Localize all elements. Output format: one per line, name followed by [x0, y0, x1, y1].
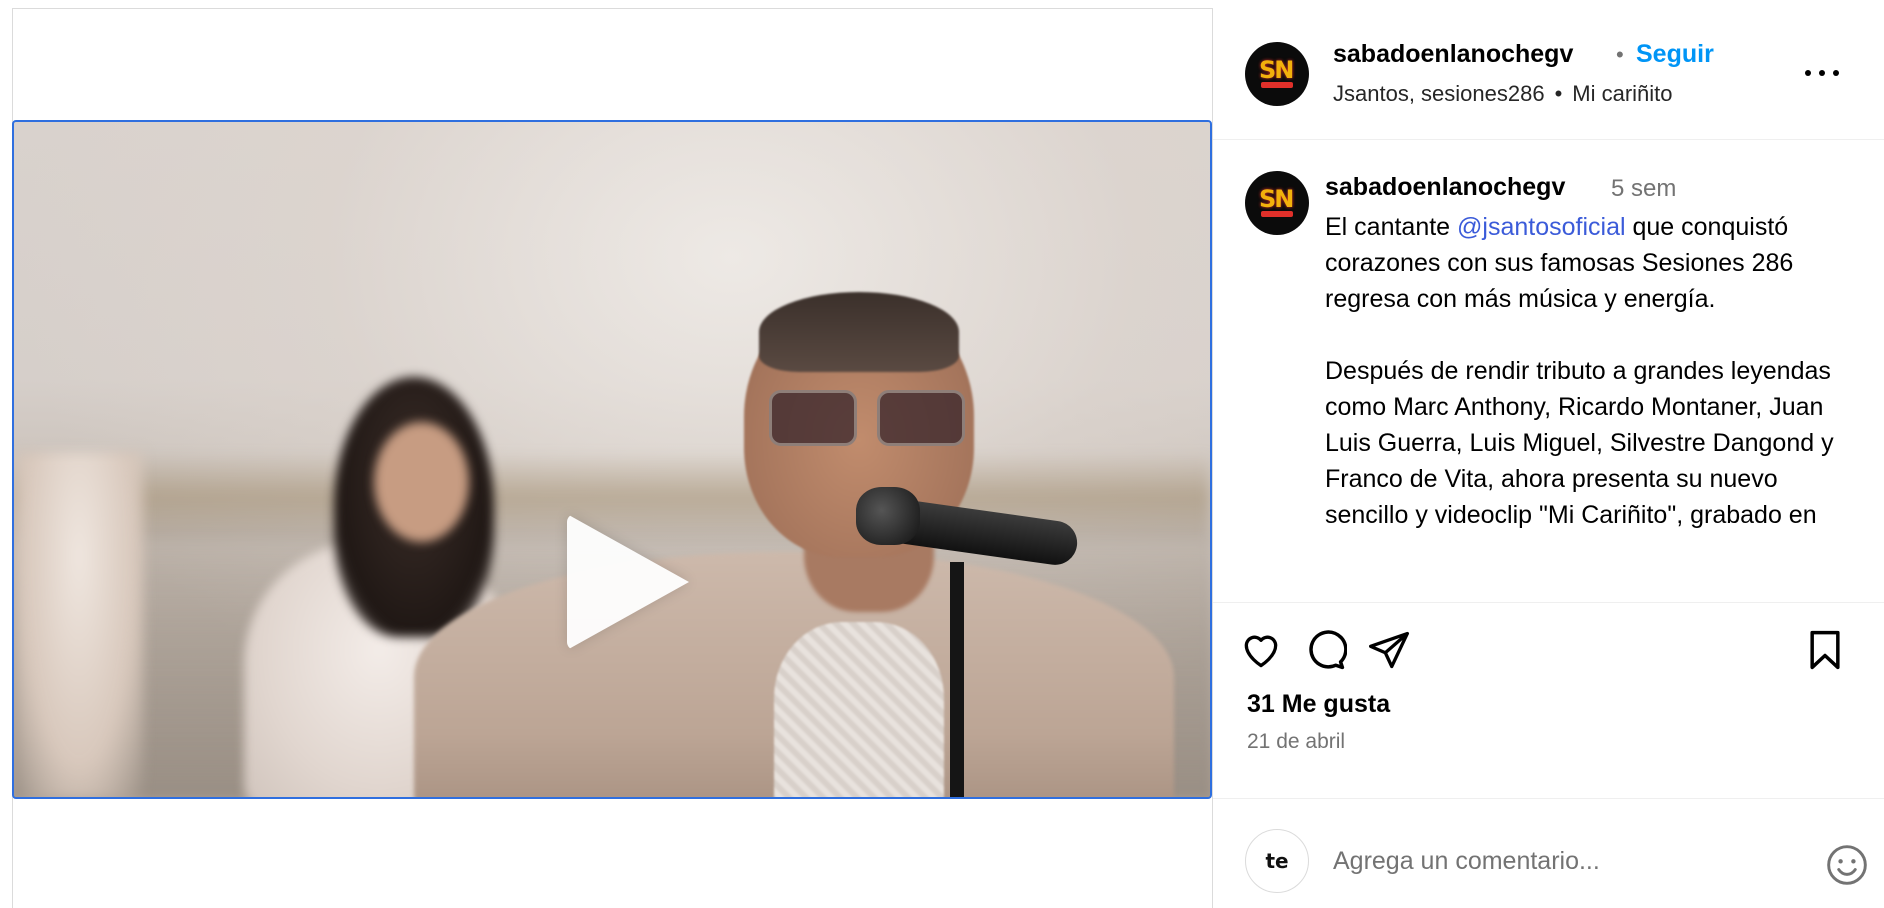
post-details-panel: SN sabadoenlanochegv • Seguir Jsantos, s…: [1212, 8, 1884, 908]
sabado-en-la-noche-logo: SN: [1257, 56, 1297, 92]
emoji-icon[interactable]: [1825, 843, 1869, 887]
video-player[interactable]: [12, 120, 1212, 799]
post-date[interactable]: 21 de abril: [1247, 730, 1345, 754]
current-user-avatar[interactable]: te: [1245, 829, 1309, 893]
caption-username[interactable]: sabadoenlanochegv: [1325, 173, 1565, 202]
post-header: SN sabadoenlanochegv • Seguir Jsantos, s…: [1213, 8, 1884, 140]
sunglasses-lens-right: [877, 390, 965, 446]
sabado-en-la-noche-logo: SN: [1257, 185, 1297, 221]
separator-dot: •: [1616, 42, 1624, 67]
caption-timestamp[interactable]: 5 sem: [1611, 175, 1676, 203]
video-figure-singer-shirt: [774, 622, 944, 797]
follow-button[interactable]: Seguir: [1636, 40, 1714, 69]
comment-bar: te: [1213, 798, 1884, 908]
video-microphone-head: [856, 487, 920, 545]
video-figure-singer-hair: [759, 292, 959, 372]
heart-icon[interactable]: [1239, 628, 1283, 677]
caption-author-avatar[interactable]: SN: [1245, 171, 1309, 235]
video-figure-backing-singer-face: [374, 422, 469, 542]
caption-text-part: El cantante: [1325, 213, 1458, 241]
share-icon[interactable]: [1367, 628, 1411, 677]
video-mic-stand: [950, 562, 964, 797]
current-user-avatar-text: te: [1265, 849, 1289, 873]
audio-link[interactable]: Mi cariñito: [1572, 81, 1672, 106]
comment-icon[interactable]: [1303, 628, 1348, 677]
mention-link[interactable]: @jsantosoficial: [1457, 213, 1626, 241]
video-figure-sunglasses: [769, 390, 969, 446]
author-avatar[interactable]: SN: [1245, 42, 1309, 106]
post-actions-bar: [1213, 618, 1884, 678]
caption-paragraph-2: Después de rendir tributo a grandes leye…: [1325, 357, 1834, 529]
likes-count[interactable]: 31 Me gusta: [1247, 690, 1390, 719]
play-icon[interactable]: [567, 514, 689, 650]
collaborators-link[interactable]: Jsantos, sesiones286: [1333, 81, 1545, 106]
caption-text: El cantante @jsantosoficial que conquist…: [1325, 209, 1865, 569]
video-figure-left: [14, 452, 144, 797]
sunglasses-lens-left: [769, 390, 857, 446]
subtitle-separator: •: [1554, 81, 1563, 106]
comment-input[interactable]: [1333, 839, 1753, 883]
more-options-button[interactable]: [1805, 68, 1839, 78]
caption-scroll-area[interactable]: SN sabadoenlanochegv 5 sem El cantante @…: [1213, 141, 1884, 603]
bookmark-icon[interactable]: [1803, 628, 1847, 677]
post-subtitle: Jsantos, sesiones286 • Mi cariñito: [1333, 81, 1673, 107]
author-username[interactable]: sabadoenlanochegv: [1333, 40, 1573, 69]
